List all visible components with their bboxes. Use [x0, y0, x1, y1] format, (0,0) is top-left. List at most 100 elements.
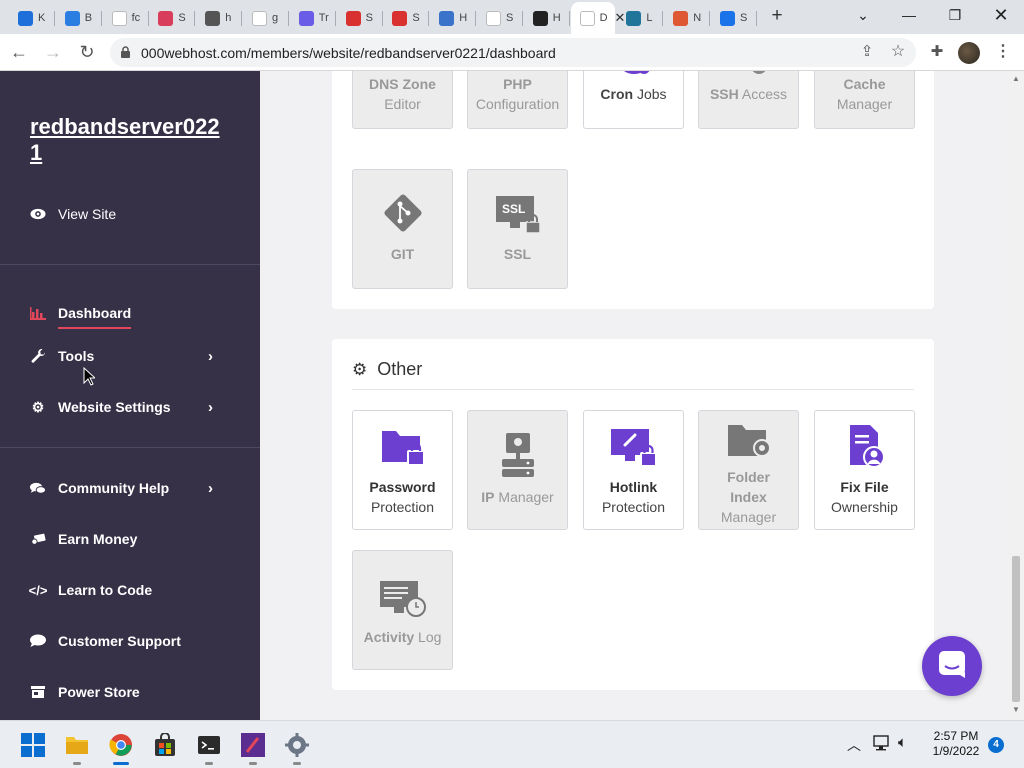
- profile-avatar[interactable]: [958, 42, 980, 64]
- restore-button[interactable]: ❐: [940, 5, 970, 27]
- tab-label: L: [646, 12, 653, 24]
- tile-title: Activity: [363, 629, 415, 645]
- sidebar-item-tools[interactable]: Tools ›: [30, 348, 230, 365]
- tile-password-protection[interactable]: Password Protection: [352, 410, 453, 530]
- running-indicator: [205, 762, 213, 765]
- svg-text:SSL: SSL: [502, 202, 525, 216]
- tile-hotlink-protection[interactable]: Hotlink Protection: [583, 410, 684, 530]
- tile-folder-index-manager[interactable]: Folder Index Manager: [698, 410, 799, 530]
- tile-activity-log[interactable]: Activity Log: [352, 550, 453, 670]
- sidebar-item-customer-support[interactable]: Customer Support: [30, 633, 230, 649]
- volume-icon[interactable]: 🔈︎: [898, 734, 907, 751]
- tile-php-configuration[interactable]: PHP Configuration: [467, 71, 568, 129]
- tile-ssl[interactable]: SSL SSL: [467, 169, 568, 289]
- url-text: 000webhost.com/members/website/redbandse…: [141, 44, 556, 61]
- browser-tab[interactable]: g: [243, 4, 289, 32]
- browser-tab[interactable]: S: [711, 4, 757, 32]
- browser-tab[interactable]: S: [337, 4, 383, 32]
- divider: [0, 447, 260, 448]
- sidebar-item-power-store[interactable]: Power Store: [30, 684, 230, 700]
- tile-subtitle: Log: [414, 629, 442, 645]
- view-site-link[interactable]: View Site: [30, 206, 230, 222]
- other-panel-header: ⚙ Other: [352, 359, 422, 380]
- settings-icon[interactable]: [285, 733, 309, 757]
- at-icon: [298, 10, 314, 26]
- tab-label: h: [225, 12, 232, 24]
- tile-git[interactable]: GIT: [352, 169, 453, 289]
- tile-ssh-access[interactable]: SSH Access: [698, 71, 799, 129]
- tab-search-icon[interactable]: ⌄: [848, 5, 878, 27]
- browser-tab[interactable]: B: [56, 4, 102, 32]
- chevron-up-icon[interactable]: ︿: [847, 735, 861, 755]
- browser-tab[interactable]: H: [430, 4, 477, 32]
- browser-tab[interactable]: L: [617, 4, 664, 32]
- browser-tab[interactable]: K: [9, 4, 55, 32]
- browser-tab[interactable]: Tr: [290, 4, 336, 32]
- running-indicator: [249, 762, 257, 765]
- chat-launcher-button[interactable]: [922, 636, 982, 696]
- tile-ip-manager[interactable]: IP Manager: [467, 410, 568, 530]
- tile-cron-jobs[interactable]: Cron Jobs: [583, 71, 684, 129]
- warning-icon: [532, 10, 548, 26]
- tile-title: SSL: [503, 246, 532, 262]
- network-icon[interactable]: [873, 735, 891, 756]
- visual-studio-icon[interactable]: [241, 733, 265, 757]
- tile-dns-zone-editor[interactable]: DNS Zone Editor: [352, 71, 453, 129]
- menu-icon[interactable]: ⋮: [992, 42, 1014, 64]
- browser-tab[interactable]: D ✕: [570, 2, 625, 34]
- scrollbar-thumb[interactable]: [1012, 556, 1020, 702]
- tile-title: Folder Index: [727, 469, 770, 505]
- chrome-icon[interactable]: [109, 733, 133, 757]
- reload-button[interactable]: ↻: [76, 42, 98, 64]
- tile-fix-file-ownership[interactable]: Fix File Ownership: [814, 410, 915, 530]
- scrollbar[interactable]: ▲ ▼: [1008, 71, 1024, 720]
- money-icon: [30, 532, 46, 546]
- tile-cache-manager[interactable]: Cache Manager: [814, 71, 915, 129]
- browser-tab[interactable]: H: [524, 4, 570, 32]
- site-name-link[interactable]: redbandserver0221: [30, 114, 230, 166]
- windows-start-icon[interactable]: [21, 733, 45, 757]
- tile-subtitle: Configuration: [475, 96, 560, 112]
- terminal-icon[interactable]: [197, 733, 221, 757]
- browser-tab-bar: K Bfc Sh g Tr S S H S H D ✕ L N S + ⌄ — ❐ ✕: [0, 0, 1024, 34]
- browser-tab[interactable]: N: [664, 4, 711, 32]
- main-content: DNS Zone Editor PHP Configuration Cron J…: [260, 71, 1008, 720]
- history-icon: [439, 10, 455, 26]
- p-icon: [345, 10, 361, 26]
- close-window-button[interactable]: ✕: [986, 5, 1016, 27]
- wrench-icon: [30, 348, 46, 363]
- sidebar-item-earn-money[interactable]: Earn Money: [30, 531, 230, 547]
- sidebar-item-label: Tools: [58, 348, 95, 364]
- browser-tab[interactable]: S: [383, 4, 430, 32]
- sidebar-item-website-settings[interactable]: ⚙ Website Settings ›: [30, 399, 230, 416]
- share-icon[interactable]: ⇪: [856, 42, 878, 64]
- scroll-down-icon[interactable]: ▼: [1012, 705, 1020, 714]
- file-explorer-icon[interactable]: [65, 733, 89, 757]
- back-button[interactable]: ←: [8, 42, 30, 64]
- view-site-label: View Site: [58, 206, 117, 222]
- running-indicator: [293, 762, 301, 765]
- browser-tab[interactable]: fc: [103, 4, 149, 32]
- clock[interactable]: 2:57 PM 1/9/2022: [926, 729, 986, 759]
- minimize-button[interactable]: —: [894, 5, 924, 27]
- bookmark-star-icon[interactable]: ☆: [887, 42, 909, 64]
- sidebar-item-label: Learn to Code: [58, 582, 153, 598]
- sidebar-item-dashboard[interactable]: Dashboard: [30, 297, 230, 329]
- git-icon: [380, 188, 426, 236]
- tab-label: fc: [131, 12, 141, 24]
- browser-tab[interactable]: S: [149, 4, 196, 32]
- extensions-icon[interactable]: ✚: [926, 42, 948, 64]
- tile-subtitle: Editor: [384, 96, 421, 112]
- address-bar[interactable]: 000webhost.com/members/website/redbandse…: [110, 38, 916, 67]
- browser-tab[interactable]: S: [477, 4, 523, 32]
- notification-badge[interactable]: 4: [988, 737, 1004, 753]
- sidebar-item-learn-to-code[interactable]: </> Learn to Code: [29, 582, 230, 598]
- scroll-up-icon[interactable]: ▲: [1012, 74, 1020, 83]
- sidebar-item-community-help[interactable]: Community Help ›: [30, 480, 230, 497]
- new-tab-button[interactable]: +: [766, 6, 788, 28]
- browser-tab[interactable]: h: [196, 4, 243, 32]
- forward-button[interactable]: →: [42, 42, 64, 64]
- store-icon: [30, 685, 46, 699]
- store-app-icon[interactable]: [153, 732, 177, 757]
- tile-subtitle: Manager: [720, 509, 777, 525]
